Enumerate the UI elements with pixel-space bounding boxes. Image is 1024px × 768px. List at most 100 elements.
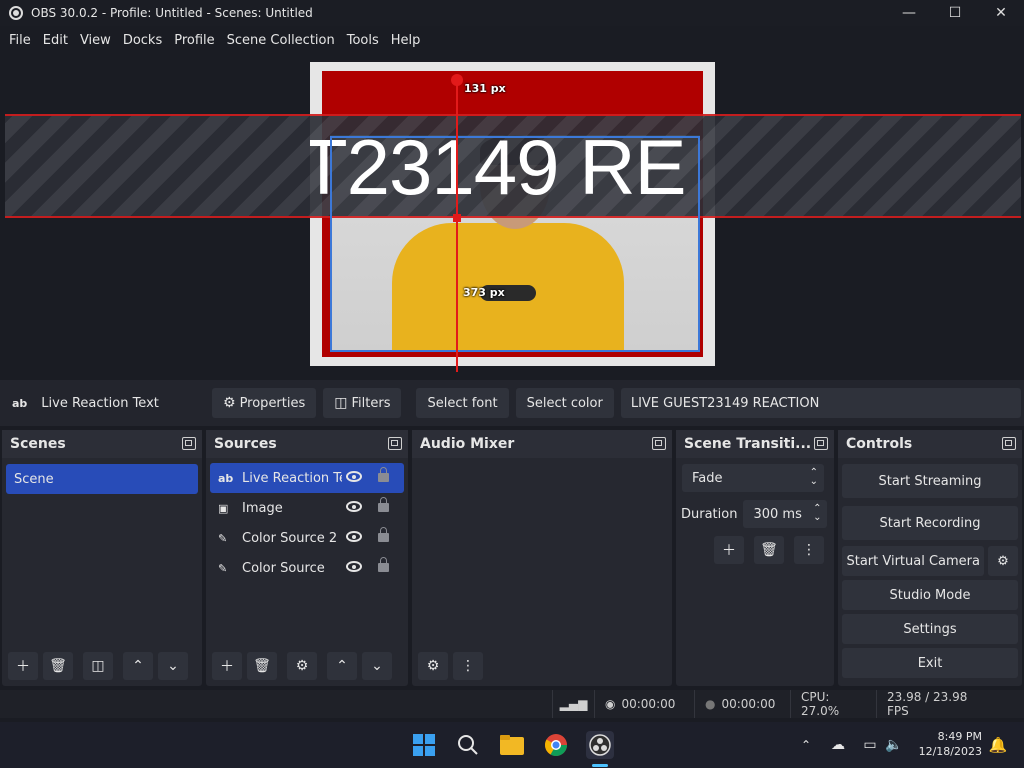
undock-icon[interactable] [814,437,828,450]
add-transition-button[interactable]: ＋ [714,536,744,564]
remove-transition-button[interactable]: 🗑 [754,536,784,564]
guide-handle[interactable] [451,74,463,86]
onedrive-icon[interactable]: ☁ [824,731,852,759]
lock-icon[interactable] [378,497,389,512]
undock-icon[interactable] [652,437,666,450]
add-scene-button[interactable]: ＋ [8,652,38,680]
settings-button[interactable]: Settings [842,614,1018,644]
move-source-down-button[interactable]: ⌄ [362,652,392,680]
move-source-up-button[interactable]: ⌃ [327,652,357,680]
transition-type-select[interactable]: Fade ⌃ ⌄ [682,464,824,492]
lock-icon[interactable] [378,557,389,572]
windows-start-icon[interactable] [410,731,438,759]
text-value-field[interactable]: LIVE GUEST23149 REACTION [620,388,1021,418]
chrome-icon[interactable] [542,731,570,759]
notification-bell-icon[interactable]: 🔔 [984,731,1012,759]
eye-icon[interactable] [346,501,362,512]
select-font-button[interactable]: Select font [416,388,509,418]
undock-icon[interactable] [388,437,402,450]
window-controls: — ☐ ✕ [886,0,1024,26]
audio-mixer-toolbar: ⚙ ⋮ [412,646,672,686]
trash-icon: 🗑 [760,542,778,558]
menu-view[interactable]: View [74,33,117,48]
guide-square-handle[interactable] [453,214,461,222]
remove-scene-button[interactable]: 🗑 [43,652,73,680]
lock-icon[interactable] [378,527,389,542]
start-streaming-button[interactable]: Start Streaming [842,464,1018,498]
properties-label: Properties [239,395,306,411]
volume-icon[interactable]: 🔈 [880,731,908,759]
sources-dock: Sources ab Live Reaction Text ▣ Image ✎ … [206,430,408,686]
transition-type-value: Fade [692,470,723,486]
file-explorer-icon[interactable] [498,731,526,759]
close-button[interactable]: ✕ [978,0,1024,26]
start-recording-button[interactable]: Start Recording [842,506,1018,540]
source-item-live-reaction-text[interactable]: ab Live Reaction Text [210,463,404,493]
record-icon: ● [705,697,716,711]
duration-spinbox[interactable]: 300 ms ⌃ ⌄ [743,500,828,528]
trash-icon: 🗑 [49,658,67,674]
menu-profile[interactable]: Profile [168,33,220,48]
exit-button[interactable]: Exit [842,648,1018,678]
studio-mode-button[interactable]: Studio Mode [842,580,1018,610]
properties-button[interactable]: ⚙ Properties [212,388,317,418]
obs-taskbar-icon[interactable] [586,731,614,759]
maximize-button[interactable]: ☐ [932,0,978,26]
start-virtual-camera-button[interactable]: Start Virtual Camera [842,546,984,576]
eye-icon[interactable] [346,471,362,482]
scene-filters-button[interactable]: ◫ [83,652,113,680]
undock-icon[interactable] [182,437,196,450]
move-scene-up-button[interactable]: ⌃ [123,652,153,680]
gear-icon: ⚙ [997,553,1009,569]
title-bar: OBS 30.0.2 - Profile: Untitled - Scenes:… [0,0,1024,26]
source-name: Color Source 2 [242,530,338,546]
menu-docks[interactable]: Docks [117,33,168,48]
selection-box[interactable] [330,136,700,352]
menu-file[interactable]: File [3,33,37,48]
stream-status: ◉ 00:00:00 [594,690,694,718]
clock-time: 8:49 PM [937,730,982,743]
source-item-color-source-2[interactable]: ✎ Color Source 2 [210,523,404,553]
search-icon[interactable] [454,731,482,759]
spin-arrows-icon[interactable]: ⌃ ⌄ [813,504,821,523]
remove-source-button[interactable]: 🗑 [247,652,277,680]
audio-menu-button[interactable]: ⋮ [453,652,483,680]
controls-title: Controls [846,436,913,452]
source-properties-button[interactable]: ⚙ [287,652,317,680]
filter-icon: ◫ [91,658,105,674]
minimize-button[interactable]: — [886,0,932,26]
duration-label: Duration [681,506,738,522]
virtual-camera-settings-button[interactable]: ⚙ [988,546,1018,576]
transition-menu-button[interactable]: ⋮ [794,536,824,564]
status-bar: ▂▄▆ ◉ 00:00:00 ● 00:00:00 CPU: 27.0% 23.… [0,690,1024,718]
move-scene-down-button[interactable]: ⌄ [158,652,188,680]
add-source-button[interactable]: ＋ [212,652,242,680]
filter-icon: ◫ [334,395,348,411]
lock-icon[interactable] [378,467,389,482]
chevron-up-icon[interactable]: ⌃ [792,731,820,759]
record-status: ● 00:00:00 [694,690,790,718]
virtual-camera-row: Start Virtual Camera ⚙ [842,546,1018,576]
menu-scene-collection[interactable]: Scene Collection [221,33,341,48]
menu-tools[interactable]: Tools [341,33,385,48]
select-color-button[interactable]: Select color [515,388,614,418]
brush-icon: ✎ [218,531,228,545]
menu-edit[interactable]: Edit [37,33,74,48]
windows-taskbar: ⌃ ☁ ▭ 🔈 8:49 PM 12/18/2023 🔔 [0,722,1024,768]
source-item-image[interactable]: ▣ Image [210,493,404,523]
source-item-color-source[interactable]: ✎ Color Source [210,553,404,583]
audio-mixer-header: Audio Mixer [412,430,672,458]
filters-button[interactable]: ◫ Filters [323,388,402,418]
clock[interactable]: 8:49 PM 12/18/2023 [919,729,982,759]
menu-help[interactable]: Help [385,33,427,48]
stream-icon: ◉ [605,697,616,711]
scene-item[interactable]: Scene [6,464,198,494]
eye-icon[interactable] [346,561,362,572]
chevron-up-icon: ⌃ [336,658,348,674]
text-source-icon: ab [12,396,28,410]
preview-area[interactable]: T23149 RE 131 px 373 px [0,54,1024,372]
audio-settings-button[interactable]: ⚙ [418,652,448,680]
sources-title: Sources [214,436,277,452]
undock-icon[interactable] [1002,437,1016,450]
eye-icon[interactable] [346,531,362,542]
